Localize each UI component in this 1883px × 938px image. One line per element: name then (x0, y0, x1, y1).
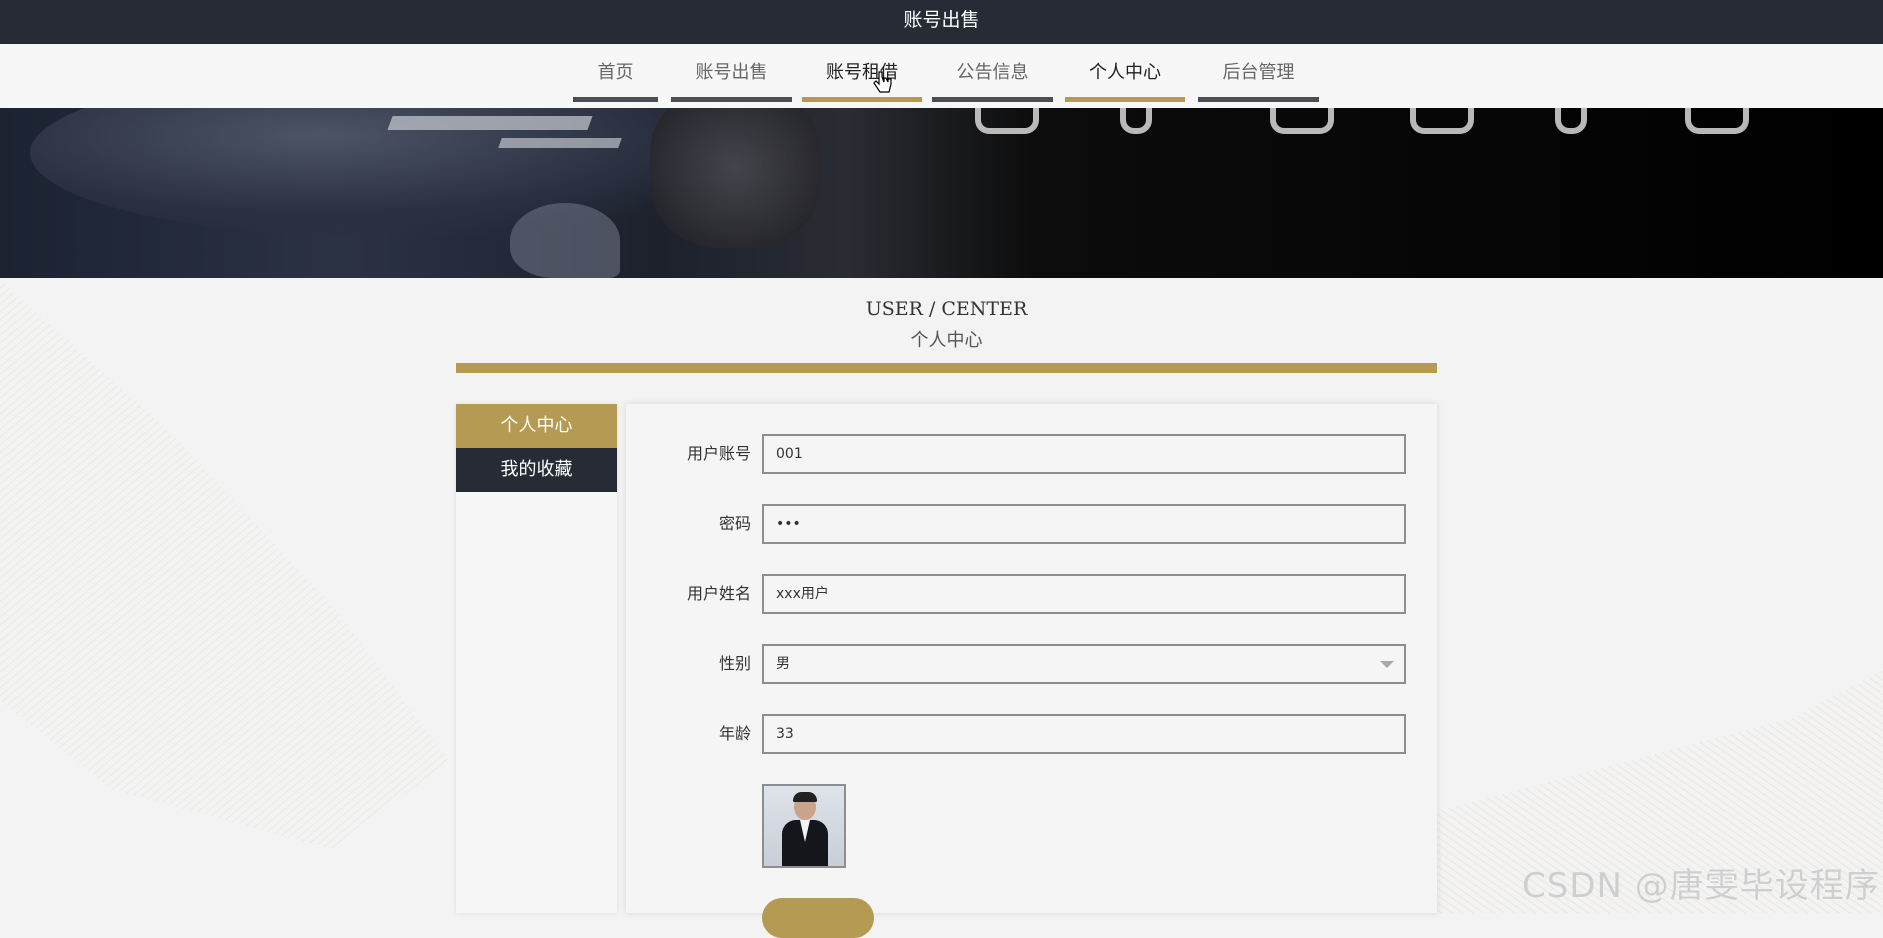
site-title: 账号出售 (903, 9, 980, 31)
nav-home[interactable]: 首页 (573, 58, 658, 102)
submit-button[interactable] (762, 898, 874, 938)
banner-glove (650, 108, 820, 248)
banner-logo-glyph (1685, 108, 1749, 134)
main-nav: 首页 账号出售 账号租借 公告信息 个人中心 后台管理 (0, 44, 1883, 108)
banner-camo-stripe (387, 116, 593, 130)
banner-logo-glyph (1270, 108, 1334, 134)
banner-logo-glyph (975, 108, 1039, 134)
password-label: 密码 (718, 514, 751, 533)
name-input[interactable]: xxx用户 (762, 574, 1406, 614)
section-divider (456, 363, 1437, 373)
gender-label: 性别 (718, 654, 751, 673)
gender-select[interactable]: 男 (762, 644, 1406, 684)
hero-banner (0, 108, 1883, 278)
sidebar-item-user-center[interactable]: 个人中心 (456, 404, 617, 448)
top-header-bar: 账号出售 (0, 0, 1883, 44)
banner-camo-stripe (498, 138, 622, 148)
section-title-en: USER / CENTER (865, 298, 1028, 320)
profile-form: 用户账号 001 密码 ••• 用户姓名 xxx用户 性别 男 年龄 33 (626, 404, 1437, 938)
avatar-hair (793, 792, 817, 802)
age-input[interactable]: 33 (762, 714, 1406, 754)
age-label: 年龄 (718, 724, 751, 743)
name-label: 用户姓名 (686, 584, 751, 603)
password-input[interactable]: ••• (762, 504, 1406, 544)
nav-account-rent[interactable]: 账号租借 (802, 58, 922, 102)
account-input[interactable]: 001 (762, 434, 1406, 474)
chevron-down-icon (1380, 661, 1394, 668)
watermark-text: CSDN @唐雯毕设程序 (1522, 866, 1880, 906)
nav-user-center[interactable]: 个人中心 (1065, 58, 1185, 102)
nav-admin[interactable]: 后台管理 (1198, 58, 1319, 102)
banner-face (510, 203, 620, 278)
nav-announcements[interactable]: 公告信息 (932, 58, 1053, 102)
avatar-photo[interactable] (762, 784, 846, 868)
gender-value: 男 (776, 656, 790, 672)
sidebar-item-favorites[interactable]: 我的收藏 (456, 448, 617, 492)
user-sidebar: 个人中心 我的收藏 (456, 404, 617, 913)
nav-account-sale[interactable]: 账号出售 (671, 58, 792, 102)
banner-logo-glyph (1555, 108, 1587, 134)
banner-logo-glyph (1410, 108, 1474, 134)
account-label: 用户账号 (686, 444, 751, 463)
section-title-zh: 个人中心 (910, 330, 983, 351)
hand-cursor-icon (873, 71, 892, 93)
banner-logo-glyph (1120, 108, 1152, 134)
